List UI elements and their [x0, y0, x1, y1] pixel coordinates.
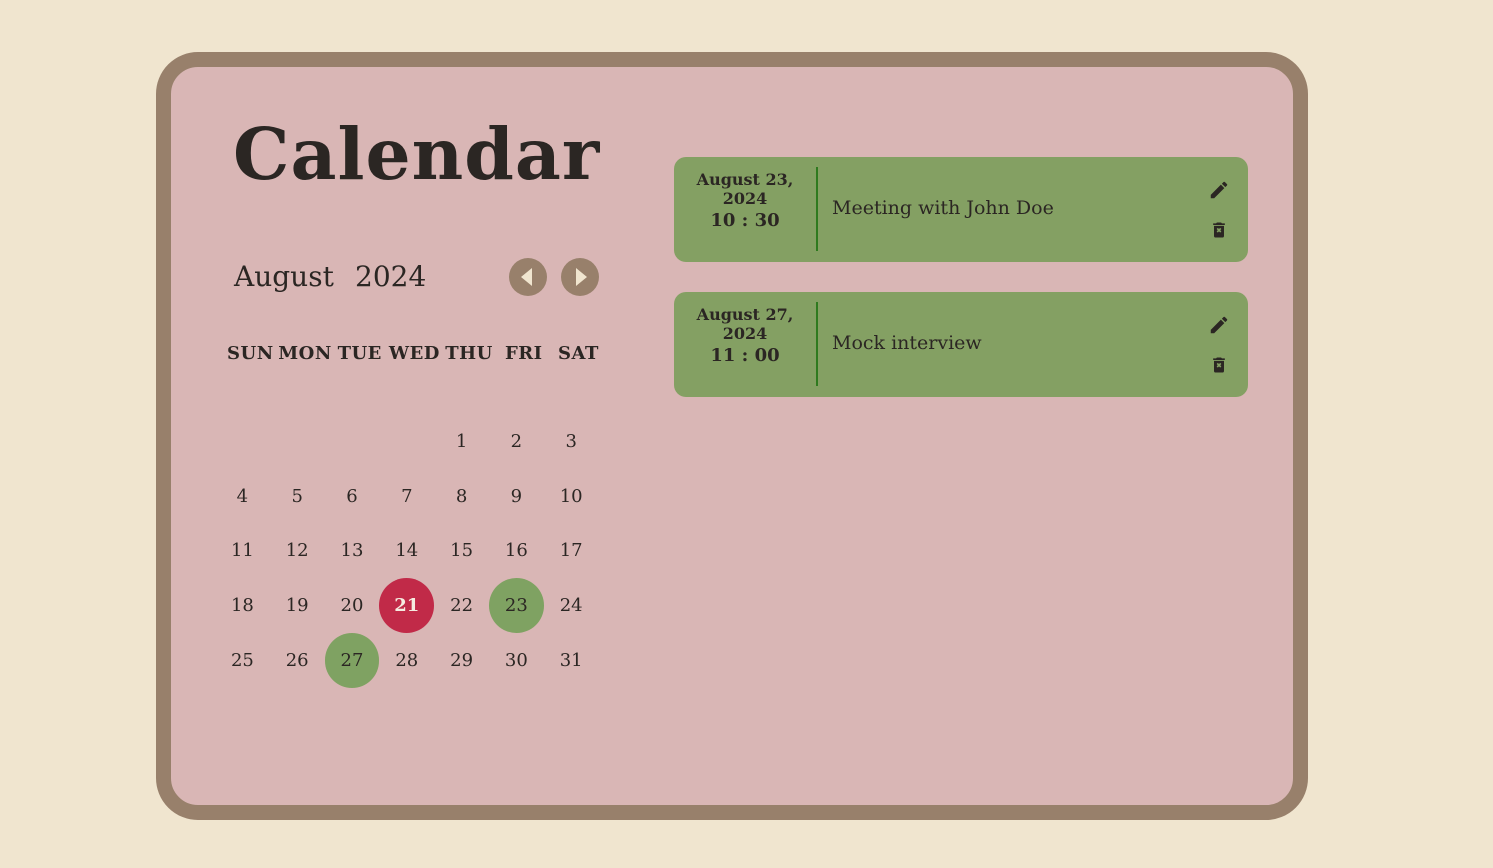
day-cell[interactable]: 17 [544, 524, 599, 579]
trash-icon [1213, 222, 1225, 238]
event-date: August 27, 2024 [696, 305, 794, 343]
event-time: 10 : 30 [710, 210, 780, 231]
day-cell-empty [379, 414, 434, 469]
day-cell[interactable]: 1 [434, 414, 489, 469]
weekday-label: SUN [227, 343, 274, 364]
year-label: 2024 [355, 260, 427, 293]
event-title: Meeting with John Doe [832, 197, 1054, 219]
event-title: Mock interview [832, 332, 982, 354]
event-list: August 23, 2024 10 : 30 Meeting with Joh… [674, 157, 1248, 427]
day-cell-event[interactable]: 23 [488, 578, 544, 634]
day-cell[interactable]: 14 [379, 524, 434, 579]
day-cell[interactable]: 30 [489, 633, 544, 688]
day-cell[interactable]: 25 [215, 633, 270, 688]
next-month-button[interactable] [561, 258, 599, 296]
weekday-label: FRI [504, 343, 543, 364]
page-title: Calendar [233, 112, 601, 196]
day-cell[interactable]: 11 [215, 524, 270, 579]
pencil-icon [1210, 181, 1228, 199]
day-cell[interactable]: 5 [270, 469, 325, 524]
delete-event-button[interactable] [1206, 217, 1232, 243]
day-cell-today[interactable]: 21 [379, 578, 435, 634]
day-cell[interactable]: 13 [325, 524, 380, 579]
event-time: 11 : 00 [710, 345, 780, 366]
day-cell[interactable]: 4 [215, 469, 270, 524]
weekday-label: SAT [558, 343, 599, 364]
event-divider [816, 167, 818, 251]
day-cell[interactable]: 9 [489, 469, 544, 524]
delete-event-button[interactable] [1206, 352, 1232, 378]
day-cell[interactable]: 3 [544, 414, 599, 469]
weekday-label: TUE [337, 343, 382, 364]
weekday-label: WED [388, 343, 440, 364]
day-cell[interactable]: 24 [544, 578, 599, 633]
edit-event-button[interactable] [1206, 177, 1232, 203]
chevron-left-icon [521, 268, 532, 286]
calendar-app: Calendar August 2024 SUN MON TUE WED THU … [156, 52, 1308, 820]
day-cell[interactable]: 22 [434, 578, 489, 633]
day-grid: 1 2 3 4 5 6 7 8 9 10 11 12 13 14 15 16 17 18 19 20 21 22 23 24 2… [215, 414, 599, 688]
day-cell-empty [215, 414, 270, 469]
month-label: August [234, 260, 334, 293]
pencil-icon [1210, 316, 1228, 334]
trash-icon [1213, 357, 1225, 373]
prev-month-button[interactable] [509, 258, 547, 296]
month-year-display: August 2024 [234, 259, 426, 295]
day-cell-empty [325, 414, 380, 469]
day-cell[interactable]: 20 [325, 578, 380, 633]
event-datetime: August 23, 2024 10 : 30 [674, 157, 816, 262]
day-cell[interactable]: 2 [489, 414, 544, 469]
day-cell[interactable]: 8 [434, 469, 489, 524]
event-card[interactable]: August 27, 2024 11 : 00 Mock interview [674, 292, 1248, 397]
day-cell[interactable]: 19 [270, 578, 325, 633]
day-cell[interactable]: 16 [489, 524, 544, 579]
event-card[interactable]: August 23, 2024 10 : 30 Meeting with Joh… [674, 157, 1248, 262]
event-date: August 23, 2024 [696, 170, 794, 208]
event-actions [1206, 312, 1232, 378]
day-cell[interactable]: 26 [270, 633, 325, 688]
weekday-label: THU [445, 343, 493, 364]
weekday-label: MON [278, 343, 332, 364]
day-cell[interactable]: 28 [379, 633, 434, 688]
day-cell[interactable]: 18 [215, 578, 270, 633]
day-cell[interactable]: 29 [434, 633, 489, 688]
day-cell[interactable]: 10 [544, 469, 599, 524]
day-cell[interactable]: 31 [544, 633, 599, 688]
day-cell[interactable]: 15 [434, 524, 489, 579]
day-cell[interactable]: 6 [325, 469, 380, 524]
edit-event-button[interactable] [1206, 312, 1232, 338]
weekday-header: SUN MON TUE WED THU FRI SAT [223, 343, 606, 364]
day-cell[interactable]: 7 [379, 469, 434, 524]
day-cell-event[interactable]: 27 [324, 633, 380, 688]
event-actions [1206, 177, 1232, 243]
chevron-right-icon [576, 268, 587, 286]
day-cell[interactable]: 12 [270, 524, 325, 579]
day-cell-empty [270, 414, 325, 469]
event-datetime: August 27, 2024 11 : 00 [674, 292, 816, 397]
event-divider [816, 302, 818, 386]
